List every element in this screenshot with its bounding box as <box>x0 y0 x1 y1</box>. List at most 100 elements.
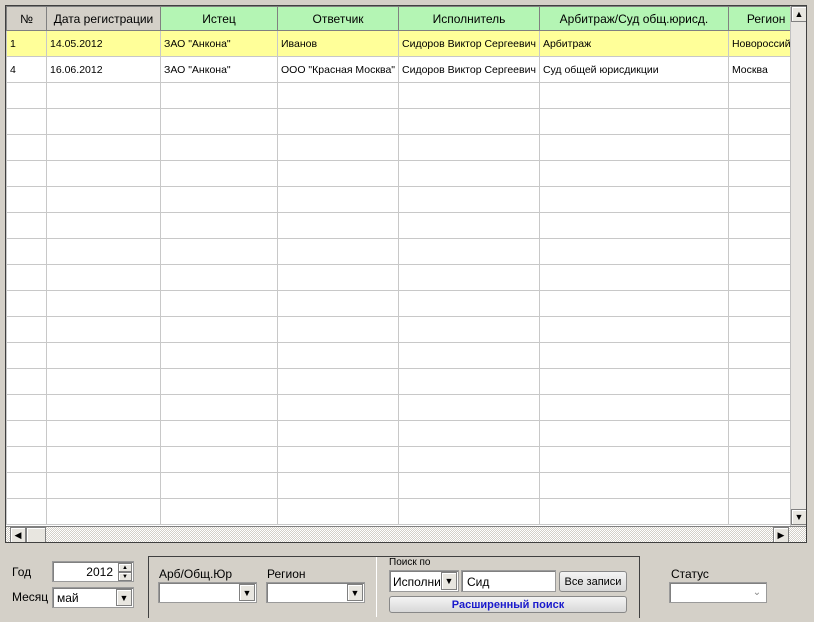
empty-row[interactable] <box>6 316 805 343</box>
table-cell[interactable] <box>160 420 278 447</box>
table-cell[interactable] <box>6 394 47 421</box>
table-cell[interactable] <box>276 420 400 447</box>
advanced-search-button[interactable]: Расширенный поиск <box>389 596 627 613</box>
table-cell[interactable] <box>276 134 400 161</box>
table-cell[interactable] <box>6 420 47 447</box>
spin-down-icon[interactable]: ▼ <box>118 572 132 581</box>
empty-row[interactable] <box>6 108 805 135</box>
column-header[interactable]: № <box>6 6 47 31</box>
search-input[interactable]: Сид <box>461 570 556 592</box>
table-cell[interactable] <box>538 212 729 239</box>
table-cell[interactable] <box>276 264 400 291</box>
table-cell[interactable] <box>6 134 47 161</box>
table-cell[interactable]: Арбитраж <box>538 30 729 57</box>
table-cell[interactable] <box>46 134 161 161</box>
table-cell[interactable] <box>538 394 729 421</box>
table-cell[interactable] <box>538 472 729 499</box>
records-grid[interactable]: № Дата регистрации Истец Ответчик Исполнител… <box>5 5 807 543</box>
status-select[interactable]: ⌄ <box>669 582 767 603</box>
table-cell[interactable] <box>398 160 540 187</box>
table-cell[interactable] <box>276 212 400 239</box>
empty-row[interactable] <box>6 420 805 447</box>
vertical-scrollbar[interactable]: ▲ ▼ <box>790 6 806 526</box>
table-cell[interactable]: 14.05.2012 <box>46 30 161 57</box>
table-cell[interactable] <box>46 108 161 135</box>
table-row[interactable]: 1 14.05.2012 ЗАО "Анкона" Иванов Сидоров Вик… <box>6 30 805 57</box>
table-cell[interactable] <box>160 316 278 343</box>
table-cell[interactable] <box>46 186 161 213</box>
table-cell[interactable] <box>398 134 540 161</box>
table-cell[interactable] <box>6 160 47 187</box>
table-cell[interactable] <box>6 82 47 109</box>
table-cell[interactable] <box>276 290 400 317</box>
table-cell[interactable] <box>398 472 540 499</box>
column-header[interactable]: Арбитраж/Суд общ.юрисд. <box>538 6 729 31</box>
table-cell[interactable]: 4 <box>6 56 47 83</box>
table-cell[interactable] <box>398 498 540 525</box>
column-header[interactable]: Дата регистрации <box>46 6 161 31</box>
table-cell[interactable] <box>46 160 161 187</box>
year-spinner[interactable]: 2012 ▲ ▼ <box>52 561 134 582</box>
spin-up-icon[interactable]: ▲ <box>118 563 132 572</box>
table-cell[interactable] <box>538 446 729 473</box>
table-cell[interactable] <box>398 108 540 135</box>
table-cell[interactable] <box>538 82 729 109</box>
empty-row[interactable] <box>6 134 805 161</box>
scroll-up-button[interactable]: ▲ <box>791 6 806 22</box>
table-cell[interactable] <box>46 316 161 343</box>
table-cell[interactable] <box>6 186 47 213</box>
table-cell[interactable] <box>538 238 729 265</box>
table-cell[interactable] <box>276 108 400 135</box>
empty-row[interactable] <box>6 186 805 213</box>
table-cell[interactable] <box>538 342 729 369</box>
table-cell[interactable] <box>276 394 400 421</box>
table-cell[interactable] <box>6 108 47 135</box>
table-cell[interactable] <box>160 394 278 421</box>
table-cell[interactable] <box>160 290 278 317</box>
table-cell[interactable] <box>538 134 729 161</box>
table-cell[interactable] <box>46 238 161 265</box>
table-cell[interactable] <box>276 82 400 109</box>
table-cell[interactable] <box>160 368 278 395</box>
chevron-down-icon[interactable]: ▼ <box>441 572 457 590</box>
table-cell[interactable] <box>538 290 729 317</box>
scroll-down-button[interactable]: ▼ <box>791 509 806 525</box>
table-cell[interactable] <box>398 290 540 317</box>
table-cell[interactable] <box>160 264 278 291</box>
table-cell[interactable] <box>160 82 278 109</box>
table-cell[interactable] <box>160 472 278 499</box>
table-cell[interactable] <box>398 368 540 395</box>
table-cell[interactable]: Сидоров Виктор Сергеевич <box>398 30 540 57</box>
empty-row[interactable] <box>6 498 805 525</box>
table-cell[interactable] <box>46 420 161 447</box>
empty-row[interactable] <box>6 238 805 265</box>
horizontal-scrollbar[interactable]: ◀ ▶ <box>6 526 806 542</box>
table-cell[interactable] <box>538 420 729 447</box>
table-cell[interactable]: Сидоров Виктор Сергеевич <box>398 56 540 83</box>
table-cell[interactable] <box>398 212 540 239</box>
empty-row[interactable] <box>6 368 805 395</box>
search-field-select[interactable]: Исполнитель ▼ <box>389 570 459 592</box>
table-cell[interactable]: 16.06.2012 <box>46 56 161 83</box>
table-cell[interactable] <box>398 394 540 421</box>
table-cell[interactable] <box>276 342 400 369</box>
table-cell[interactable] <box>46 290 161 317</box>
empty-row[interactable] <box>6 290 805 317</box>
table-cell[interactable]: ООО "Красная Москва" <box>276 56 400 83</box>
month-select[interactable]: май ▼ <box>52 587 134 608</box>
table-cell[interactable] <box>398 446 540 473</box>
table-cell[interactable] <box>276 186 400 213</box>
table-cell[interactable]: Иванов <box>276 30 400 57</box>
table-cell[interactable] <box>160 446 278 473</box>
table-cell[interactable] <box>538 264 729 291</box>
table-cell[interactable] <box>46 446 161 473</box>
table-cell[interactable] <box>6 472 47 499</box>
empty-row[interactable] <box>6 212 805 239</box>
table-cell[interactable] <box>160 498 278 525</box>
column-header[interactable]: Истец <box>160 6 278 31</box>
chevron-down-icon[interactable]: ▼ <box>239 584 255 601</box>
table-cell[interactable] <box>6 290 47 317</box>
empty-row[interactable] <box>6 82 805 109</box>
table-cell[interactable]: Суд общей юрисдикции <box>538 56 729 83</box>
table-cell[interactable] <box>538 368 729 395</box>
